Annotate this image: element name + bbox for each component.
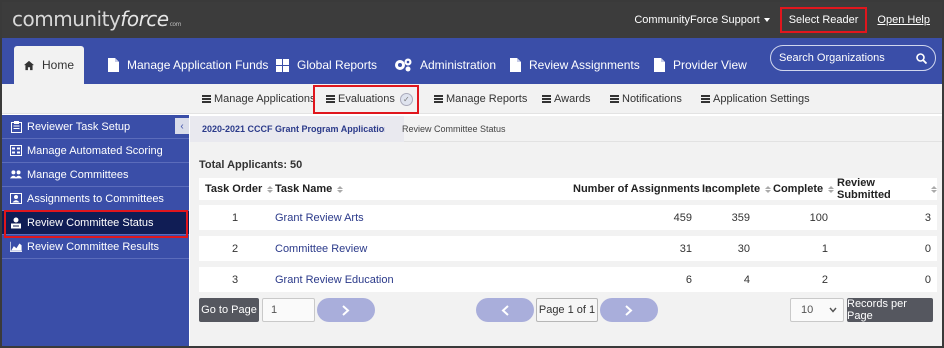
complete-cell: 100 bbox=[809, 211, 828, 224]
complete-cell: 2 bbox=[821, 273, 828, 286]
menu-icon bbox=[202, 94, 211, 105]
review-submitted-cell: 0 bbox=[924, 242, 931, 255]
table-row: 3 Grant Review Education 6 4 2 0 bbox=[199, 267, 937, 292]
table-header: Task Order Task Name Number of Assignmen… bbox=[199, 177, 937, 201]
task-name-link[interactable]: Committee Review bbox=[275, 236, 367, 261]
select-reader-link[interactable]: Select Reader bbox=[779, 7, 868, 33]
subnav-notifications[interactable]: Notifications bbox=[610, 84, 682, 114]
chevron-left-icon: ‹ bbox=[180, 120, 184, 132]
tab-global-reports[interactable]: Global Reports bbox=[266, 46, 387, 84]
col-task-name[interactable]: Task Name bbox=[275, 178, 344, 200]
chevron-down-icon bbox=[829, 307, 837, 313]
review-committee-status-highlight bbox=[4, 210, 188, 238]
complete-cell: 1 bbox=[821, 242, 828, 255]
subnav-awards[interactable]: Awards bbox=[542, 84, 590, 114]
clipboard-icon bbox=[10, 120, 22, 133]
chevron-left-icon bbox=[501, 304, 509, 316]
records-per-page-select[interactable]: 10 bbox=[790, 298, 844, 322]
breadcrumb: 2020-2021 CCCF Grant Program Application… bbox=[190, 116, 942, 142]
app-window: communityforcecom CommunityForce Support… bbox=[0, 0, 944, 348]
table-row: 2 Committee Review 31 30 1 0 bbox=[199, 236, 937, 261]
menu-icon bbox=[610, 94, 619, 105]
tab-review-assignments[interactable]: Review Assignments bbox=[500, 46, 650, 84]
gears-icon bbox=[395, 58, 412, 72]
review-submitted-cell: 3 bbox=[924, 211, 931, 224]
table-row: 1 Grant Review Arts 459 359 100 3 bbox=[199, 205, 937, 230]
evaluations-highlight bbox=[313, 85, 419, 114]
task-order-cell: 1 bbox=[232, 211, 239, 224]
top-bar: communityforcecom CommunityForce Support… bbox=[2, 2, 942, 38]
grid-icon bbox=[276, 58, 289, 72]
chart-icon bbox=[10, 241, 22, 253]
document-icon bbox=[510, 58, 521, 72]
col-task-order[interactable]: Task Order bbox=[205, 178, 274, 200]
scoring-icon bbox=[10, 145, 22, 157]
pager: Go to Page 1 Page 1 of 1 10 Records per … bbox=[190, 295, 942, 325]
home-icon bbox=[24, 60, 34, 70]
tab-provider-view[interactable]: Provider View bbox=[644, 46, 757, 84]
menu-icon bbox=[701, 94, 710, 105]
search-icon[interactable] bbox=[916, 52, 927, 64]
sidebar-item-assignments-to-committees[interactable]: Assignments to Committees bbox=[2, 187, 189, 211]
search-organizations-input[interactable]: Search Organizations bbox=[770, 45, 936, 71]
document-icon bbox=[108, 58, 119, 72]
sort-icon bbox=[267, 185, 274, 194]
tab-administration[interactable]: Administration bbox=[384, 46, 506, 84]
sidebar-item-reviewer-task-setup[interactable]: Reviewer Task Setup bbox=[2, 115, 189, 139]
breadcrumb-program-link[interactable]: 2020-2021 CCCF Grant Program Application bbox=[190, 116, 404, 142]
tab-manage-application-funds[interactable]: Manage Application Funds bbox=[98, 46, 278, 84]
sidebar-item-manage-automated-scoring[interactable]: Manage Automated Scoring bbox=[2, 139, 189, 163]
assignments-cell: 6 bbox=[685, 273, 692, 286]
next-page-button-disabled[interactable] bbox=[317, 298, 375, 322]
chevron-right-icon bbox=[342, 304, 350, 316]
incomplete-cell: 30 bbox=[737, 242, 750, 255]
task-order-cell: 2 bbox=[232, 242, 239, 255]
main-nav: Home Manage Application Funds Global Rep… bbox=[2, 38, 942, 84]
sort-icon bbox=[931, 185, 937, 194]
caret-down-icon bbox=[763, 18, 770, 23]
previous-page-button[interactable] bbox=[476, 298, 534, 322]
assign-icon bbox=[10, 193, 22, 205]
communityforce-logo[interactable]: communityforcecom bbox=[12, 7, 181, 31]
subnav-manage-applications[interactable]: Manage Applications bbox=[202, 84, 316, 114]
col-incomplete[interactable]: Incomplete bbox=[702, 178, 772, 200]
sidebar-item-manage-committees[interactable]: Manage Committees bbox=[2, 163, 189, 187]
assignments-cell: 31 bbox=[679, 242, 692, 255]
sort-icon bbox=[765, 185, 772, 194]
user-menu[interactable]: CommunityForce Support bbox=[628, 14, 775, 26]
sidebar-collapse-button[interactable]: ‹ bbox=[175, 118, 189, 134]
menu-icon bbox=[542, 94, 551, 105]
sub-nav: Manage Applications Evaluations ✓ Manage … bbox=[2, 84, 942, 114]
breadcrumb-separator bbox=[385, 116, 395, 142]
next-page-button[interactable] bbox=[600, 298, 658, 322]
go-to-page-button[interactable]: Go to Page bbox=[199, 298, 259, 322]
sort-icon bbox=[337, 185, 344, 194]
document-icon bbox=[654, 58, 665, 72]
open-help-link[interactable]: Open Help bbox=[871, 14, 936, 26]
task-name-link[interactable]: Grant Review Arts bbox=[275, 205, 364, 230]
sidebar-item-review-committee-results[interactable]: Review Committee Results bbox=[2, 235, 189, 259]
subnav-manage-reports[interactable]: Manage Reports bbox=[434, 84, 527, 114]
page-indicator: Page 1 of 1 bbox=[536, 298, 598, 322]
breadcrumb-current: Review Committee Status bbox=[402, 124, 506, 134]
incomplete-cell: 4 bbox=[743, 273, 750, 286]
total-applicants: Total Applicants: 50 bbox=[199, 159, 303, 171]
incomplete-cell: 359 bbox=[731, 211, 750, 224]
chevron-right-icon bbox=[625, 304, 633, 316]
people-icon bbox=[10, 169, 22, 181]
task-order-cell: 3 bbox=[232, 273, 239, 286]
col-number-of-assignments[interactable]: Number of Assignments bbox=[573, 178, 711, 200]
task-name-link[interactable]: Grant Review Education bbox=[275, 267, 394, 292]
review-submitted-cell: 0 bbox=[924, 273, 931, 286]
records-per-page-button[interactable]: Records per Page bbox=[847, 298, 933, 322]
assignments-cell: 459 bbox=[673, 211, 692, 224]
col-review-submitted[interactable]: Review Submitted bbox=[837, 177, 937, 201]
menu-icon bbox=[434, 94, 443, 105]
sort-icon bbox=[828, 185, 835, 194]
subnav-application-settings[interactable]: Application Settings bbox=[701, 84, 810, 114]
col-complete[interactable]: Complete bbox=[773, 178, 835, 200]
page-number-input[interactable]: 1 bbox=[262, 298, 315, 322]
tab-home[interactable]: Home bbox=[14, 46, 84, 84]
